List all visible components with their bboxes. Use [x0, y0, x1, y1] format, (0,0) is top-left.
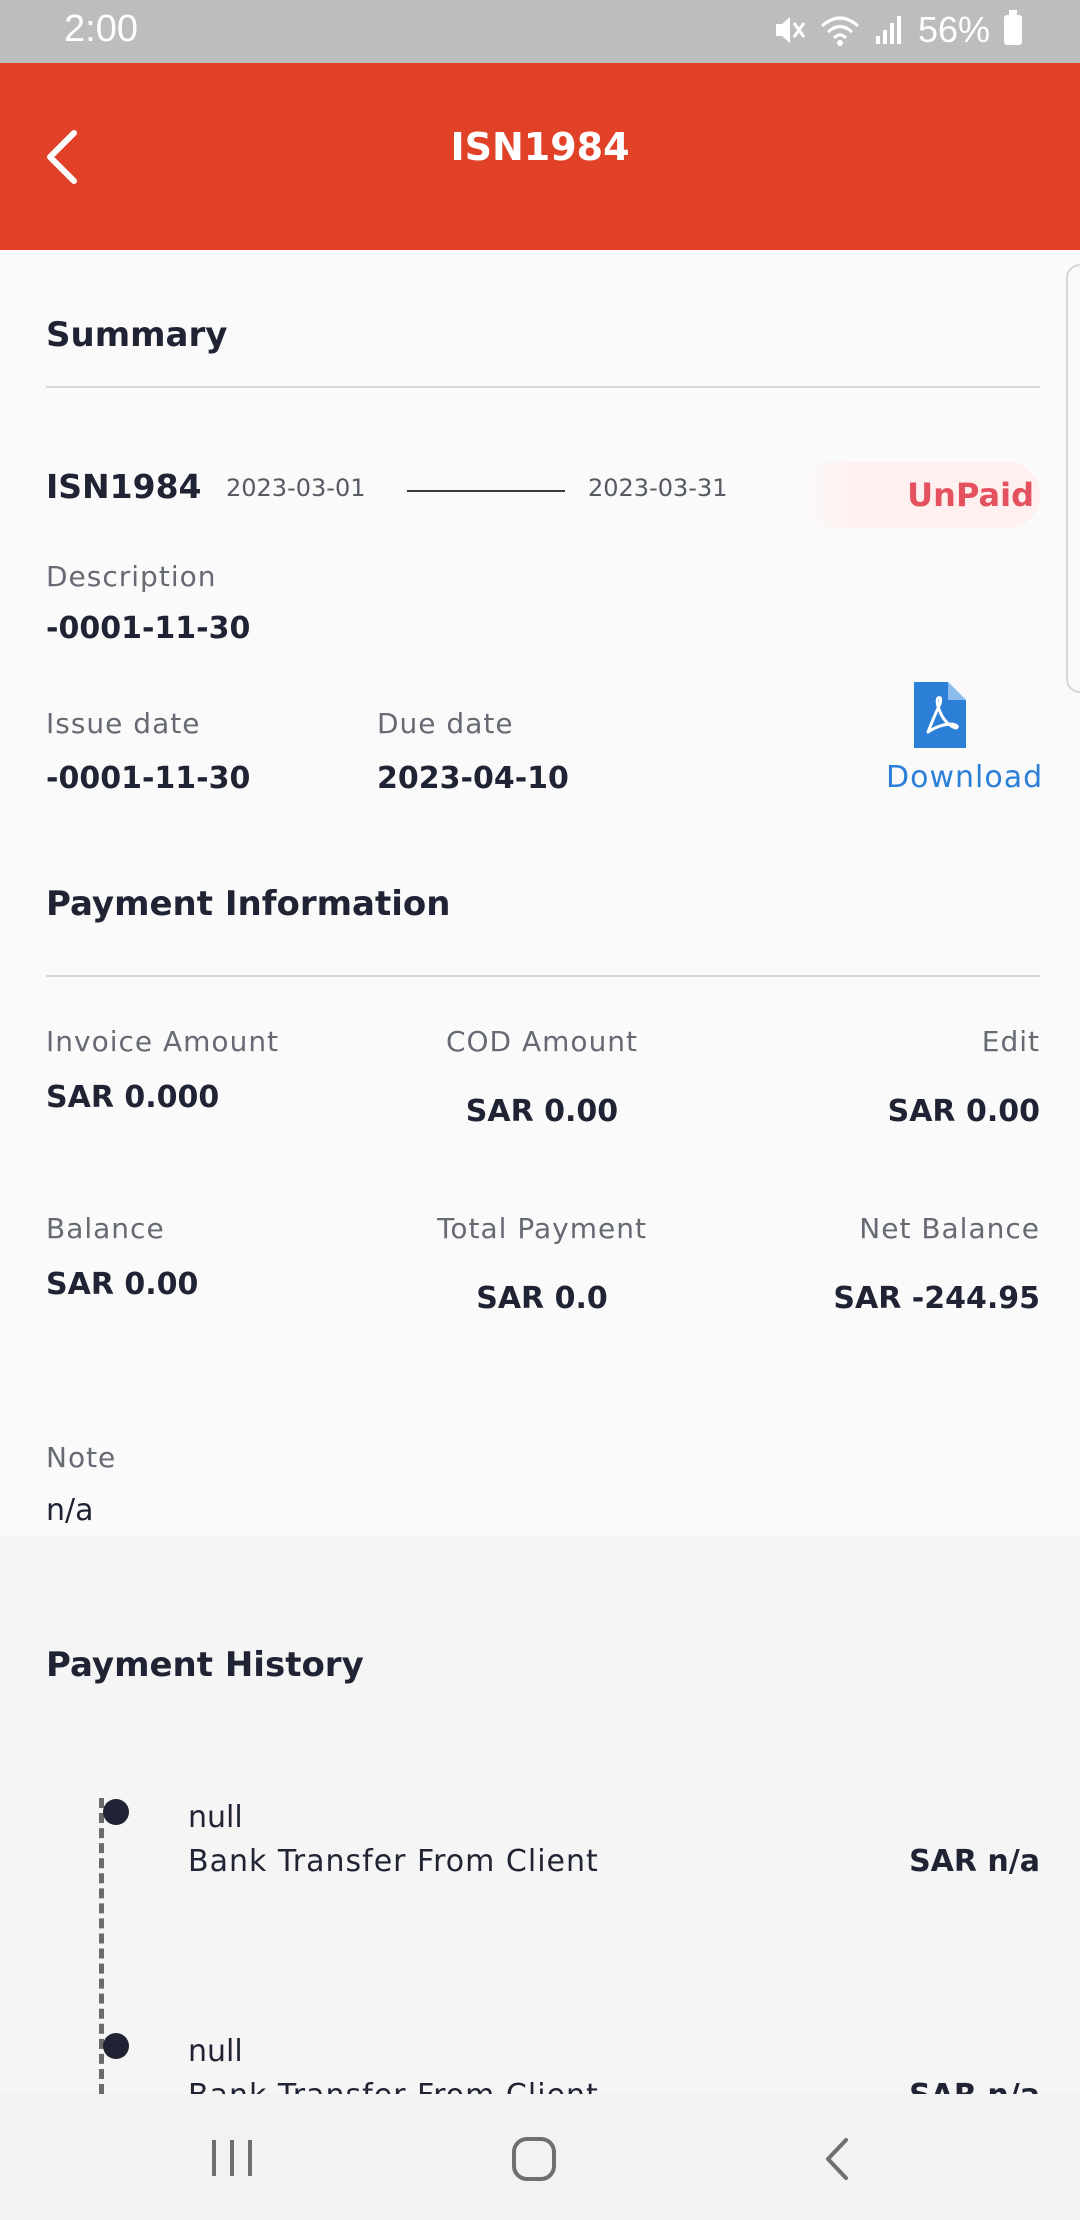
history-item-method: Bank Transfer From Client	[188, 1844, 599, 1879]
balance-label: Balance	[46, 1212, 165, 1245]
recent-apps-icon[interactable]	[210, 2138, 254, 2178]
description-value: -0001-11-30	[46, 611, 251, 646]
due-date-label: Due date	[377, 707, 514, 740]
timeline-dot	[103, 1799, 129, 1825]
period-separator	[407, 490, 565, 492]
history-item-title: null	[188, 2034, 243, 2069]
issue-date-value: -0001-11-30	[46, 761, 251, 796]
net-balance-label: Net Balance	[859, 1212, 1040, 1245]
signal-icon	[875, 16, 901, 44]
battery-percent: 56%	[917, 9, 990, 50]
status-bar: 2:00 56%	[0, 0, 1080, 63]
due-date-value: 2023-04-10	[377, 761, 569, 796]
balance-value: SAR 0.00	[46, 1267, 199, 1302]
app-bar: ISN1984	[0, 63, 1080, 250]
status-time: 2:00	[64, 8, 138, 50]
note-label: Note	[46, 1441, 117, 1474]
mute-icon	[775, 17, 806, 43]
history-item-amount: SAR n/a	[909, 1844, 1040, 1879]
home-icon[interactable]	[511, 2136, 557, 2182]
pdf-icon	[914, 682, 966, 748]
period-end-date: 2023-03-31	[588, 474, 728, 502]
battery-icon	[1004, 10, 1022, 45]
issue-date-label: Issue date	[46, 707, 201, 740]
note-value: n/a	[46, 1493, 94, 1528]
summary-title: Summary	[46, 315, 228, 355]
page-title: ISN1984	[450, 125, 630, 169]
status-icons: 56%	[772, 9, 1022, 51]
back-nav-icon[interactable]	[820, 2136, 854, 2182]
wifi-icon	[820, 16, 859, 46]
status-badge: UnPaid	[796, 462, 1040, 528]
invoice-amount-label: Invoice Amount	[46, 1025, 280, 1058]
invoice-id: ISN1984	[46, 467, 202, 506]
invoice-amount-value: SAR 0.000	[46, 1080, 220, 1115]
net-balance-value: SAR -244.95	[833, 1281, 1040, 1316]
edit-label[interactable]: Edit	[740, 1025, 1040, 1058]
edit-value: SAR 0.00	[887, 1094, 1040, 1129]
timeline-dot	[103, 2033, 129, 2059]
cod-amount-label: COD Amount	[445, 1025, 639, 1058]
download-label[interactable]: Download	[886, 760, 1042, 795]
description-label: Description	[46, 560, 217, 593]
scroll-indicator	[1066, 264, 1080, 693]
total-payment-label: Total Payment	[437, 1212, 647, 1245]
total-payment-value: SAR 0.0	[476, 1281, 608, 1316]
cod-amount-value: SAR 0.00	[465, 1094, 619, 1129]
summary-divider	[46, 386, 1040, 388]
period-start-date: 2023-03-01	[226, 474, 366, 502]
system-nav-bar	[0, 2094, 1080, 2220]
history-item-title: null	[188, 1800, 243, 1835]
payment-history-title: Payment History	[46, 1645, 364, 1685]
payment-info-title: Payment Information	[46, 884, 451, 924]
status-text: UnPaid	[907, 476, 1034, 514]
payment-info-divider	[46, 975, 1040, 977]
